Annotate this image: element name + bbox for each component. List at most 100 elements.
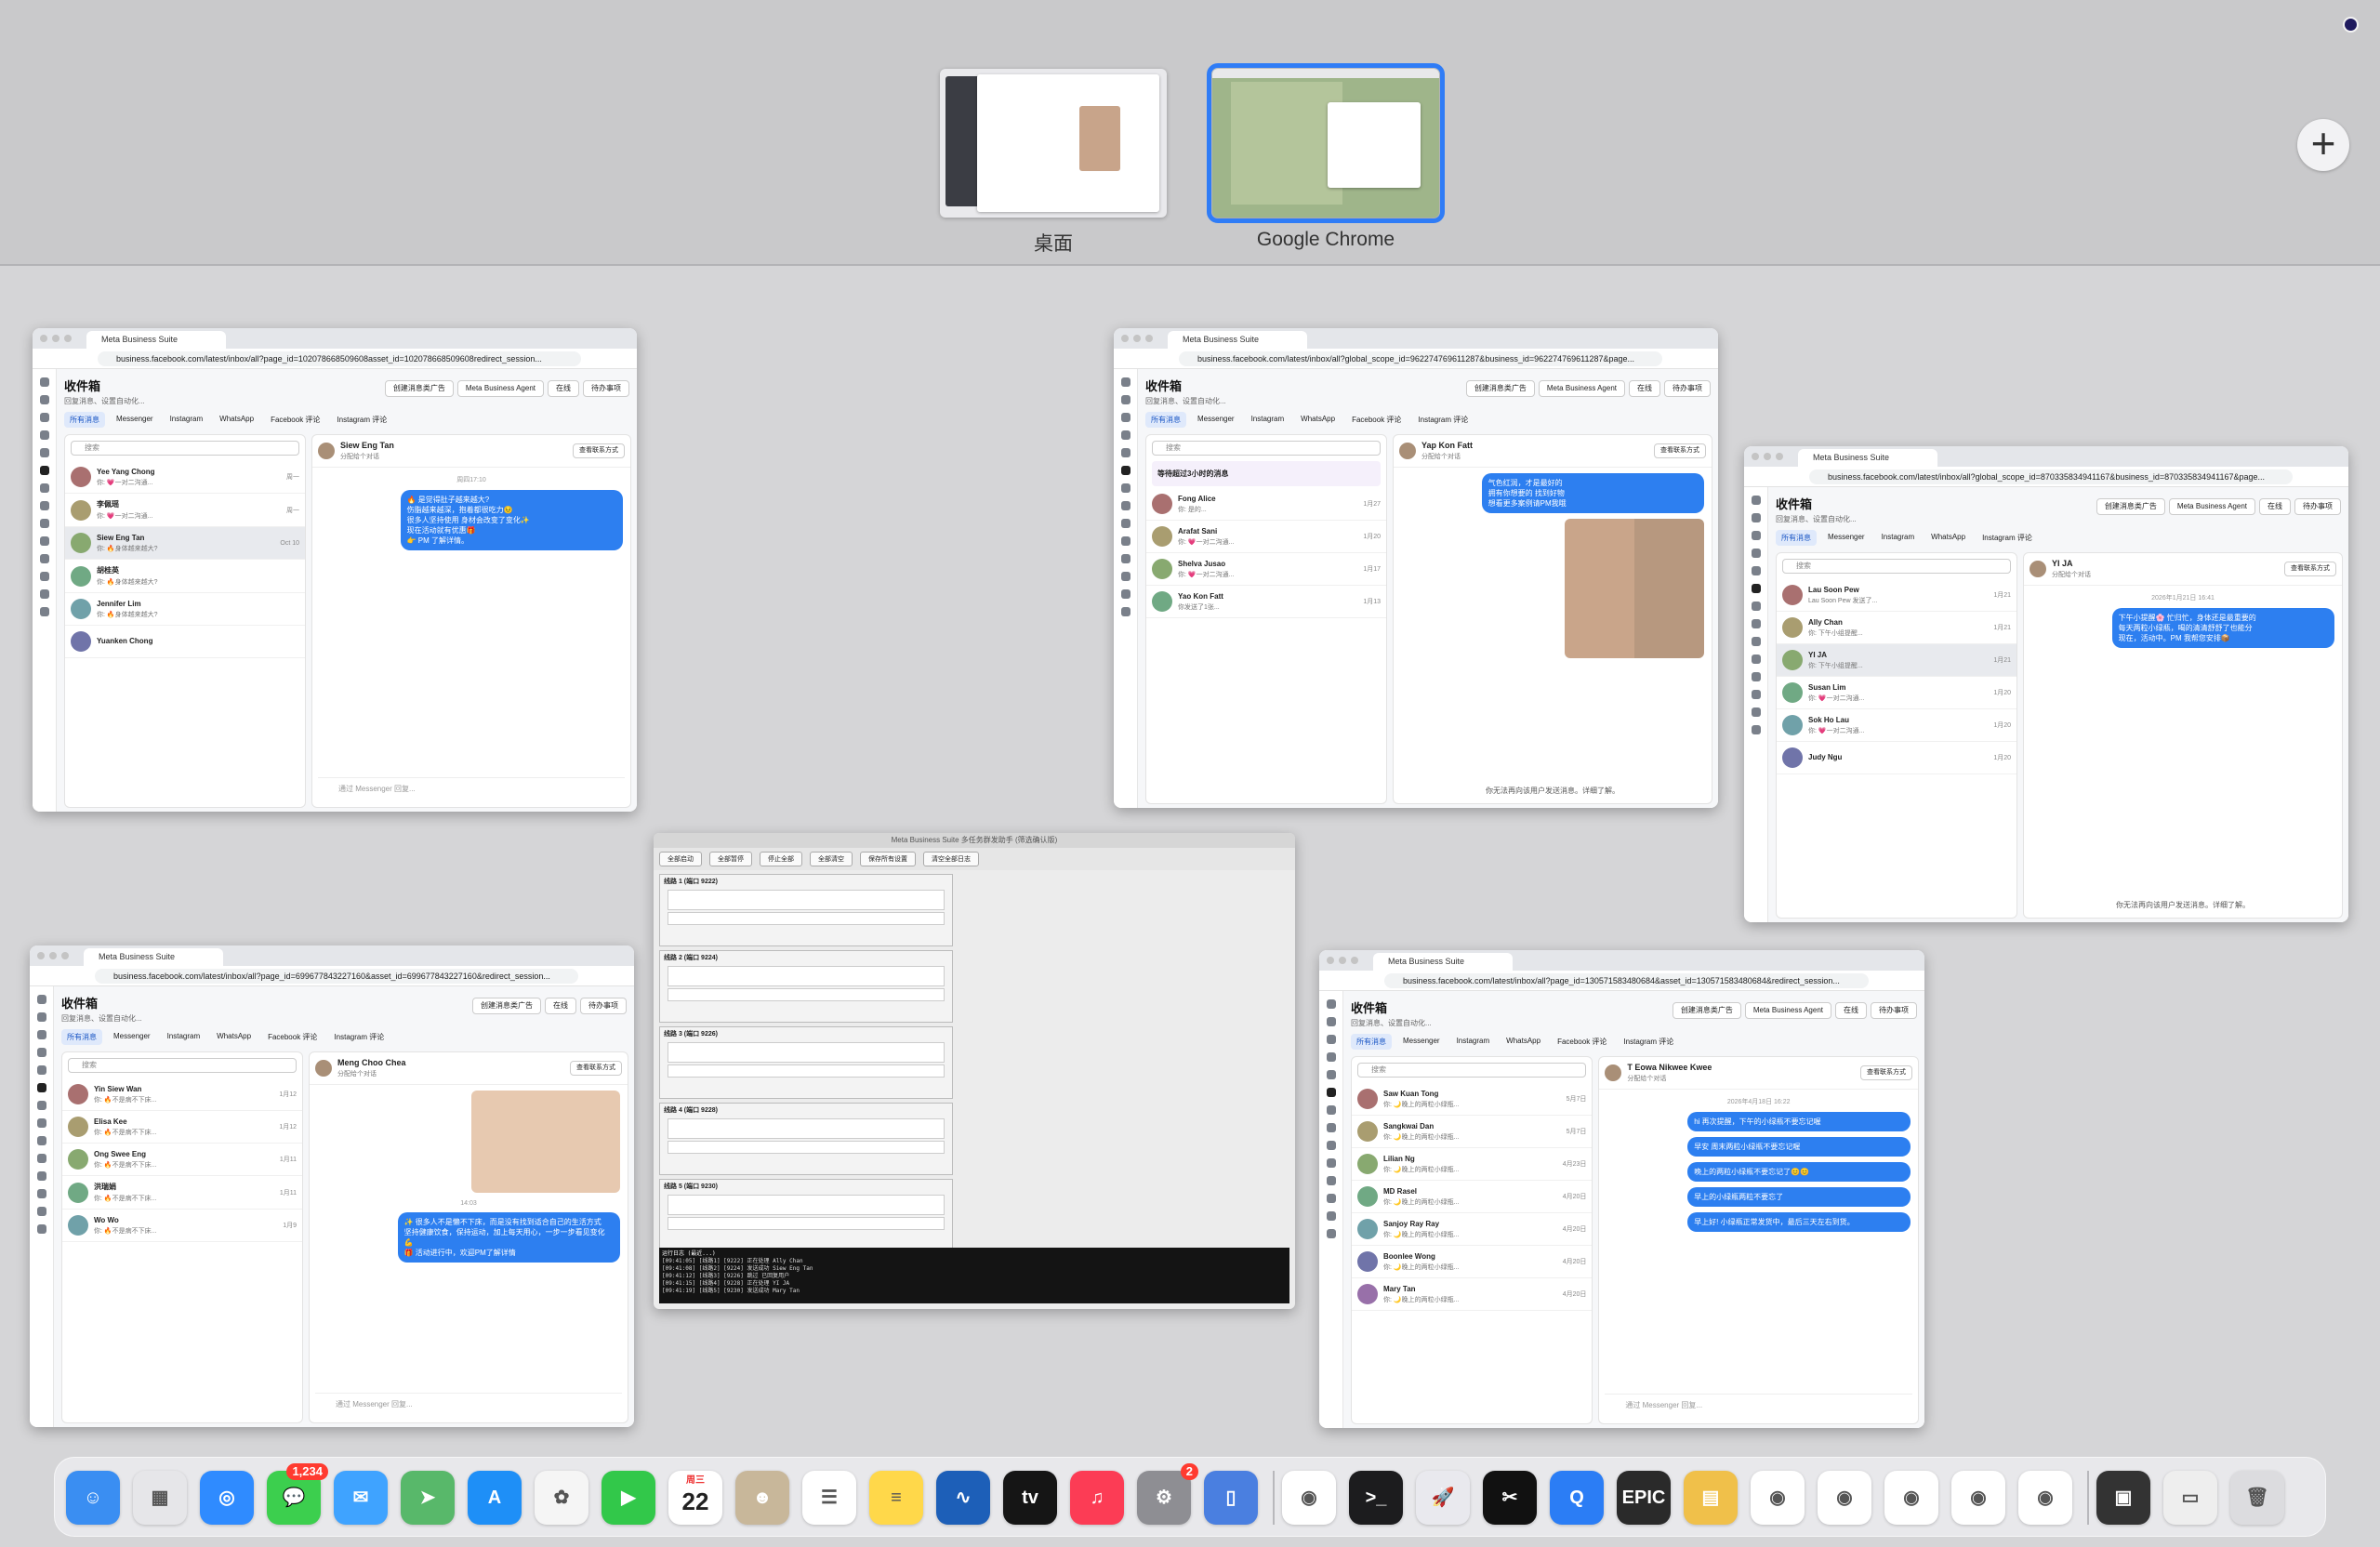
channel-tab[interactable]: Instagram (162, 1029, 206, 1045)
rocket-icon[interactable]: 🚀 (1416, 1471, 1470, 1525)
nav-rail-icon[interactable] (39, 607, 49, 616)
chrome-test-icon-4[interactable]: ◉ (1951, 1471, 2005, 1525)
header-button[interactable]: Meta Business Agent (1744, 1002, 1831, 1019)
conversation-item[interactable]: Yao Kon Fatt 你发送了1张... 1月13 (1146, 586, 1386, 618)
nav-rail-icon[interactable] (39, 554, 49, 563)
nav-rail-icon[interactable] (1120, 413, 1130, 422)
conversation-item[interactable]: Boonlee Wong 你: 🌙晚上的两粒小绿瓶... 4月20日 (1352, 1246, 1593, 1278)
nav-rail-icon[interactable] (1326, 1194, 1336, 1203)
bulk-sender-tool-window[interactable]: Meta Business Suite 多任务群发助手 (筛选确认版) 全部启动… (654, 833, 1295, 1309)
nav-rail-icon[interactable] (1326, 999, 1336, 1009)
music-icon[interactable]: ♫ (1070, 1471, 1124, 1525)
nav-rail-icon[interactable] (36, 1012, 46, 1022)
window-control-2[interactable] (1145, 335, 1153, 342)
notes-icon[interactable]: ≡ (869, 1471, 923, 1525)
nav-rail-icon[interactable] (1751, 584, 1761, 593)
nav-rail-icon[interactable] (39, 466, 49, 475)
freeform-icon[interactable]: ∿ (936, 1471, 990, 1525)
message-composer[interactable]: 通过 Messenger 回复... (1605, 1394, 1912, 1418)
window-control-0[interactable] (40, 335, 47, 342)
space-chrome-thumbnail[interactable] (1207, 63, 1445, 223)
channel-tab[interactable]: Messenger (111, 412, 159, 428)
nav-rail-icon[interactable] (36, 995, 46, 1004)
channel-tab[interactable]: Instagram 评论 (1618, 1034, 1679, 1050)
nav-rail-icon[interactable] (1120, 430, 1130, 440)
nav-rail-icon[interactable] (1120, 536, 1130, 546)
message-composer[interactable]: 通过 Messenger 回复... (318, 777, 625, 801)
search-input[interactable]: 搜索 (1357, 1063, 1587, 1078)
line-group-settings-row[interactable] (668, 1217, 945, 1230)
nav-rail-icon[interactable] (1120, 589, 1130, 599)
conversation-item[interactable]: Yin Siew Wan 你: 🔥不是病不下床... 1月12 (62, 1078, 302, 1111)
channel-tab[interactable]: Messenger (1192, 412, 1240, 428)
quickq-icon[interactable]: Q (1550, 1471, 1604, 1525)
nav-rail-icon[interactable] (1326, 1176, 1336, 1185)
nav-rail-icon[interactable] (1751, 672, 1761, 681)
header-button[interactable]: 在线 (1835, 1002, 1867, 1019)
terminal-icon[interactable]: >_ (1349, 1471, 1403, 1525)
nav-rail-icon[interactable] (36, 1083, 46, 1092)
browser-window-1[interactable]: Meta Business Suite business.facebook.com… (33, 328, 637, 812)
nav-rail-icon[interactable] (36, 1136, 46, 1145)
chrome-test-icon-3[interactable]: ◉ (1884, 1471, 1938, 1525)
nav-rail-icon[interactable] (1751, 566, 1761, 575)
window-control-0[interactable] (37, 952, 45, 959)
window-control-1[interactable] (1133, 335, 1141, 342)
browser-window-3[interactable]: Meta Business Suite business.facebook.com… (1744, 446, 2348, 922)
start-all-button[interactable]: 全部启动 (659, 852, 702, 866)
nav-rail-icon[interactable] (1120, 501, 1130, 510)
nav-rail-icon[interactable] (1751, 707, 1761, 717)
stack-folder-icon[interactable]: ▣ (2096, 1471, 2150, 1525)
channel-tab[interactable]: Instagram 评论 (328, 1029, 390, 1045)
nav-rail-icon[interactable] (36, 1101, 46, 1110)
nav-rail-icon[interactable] (1326, 1141, 1336, 1150)
channel-tab[interactable]: Facebook 评论 (1552, 1034, 1612, 1050)
nav-rail-icon[interactable] (39, 483, 49, 493)
window-control-0[interactable] (1121, 335, 1129, 342)
browser-window-2[interactable]: Meta Business Suite business.facebook.com… (1114, 328, 1718, 808)
channel-tab[interactable]: 所有消息 (64, 412, 105, 428)
search-input[interactable]: 搜索 (68, 1058, 297, 1073)
url-field[interactable]: business.facebook.com/latest/inbox/all?g… (1809, 469, 2293, 484)
chrome-test-icon-5[interactable]: ◉ (2018, 1471, 2072, 1525)
conversation-item[interactable]: MD Rasel 你: 🌙晚上的两粒小绿瓶... 4月20日 (1352, 1181, 1593, 1213)
view-contact-button[interactable]: 查看联系方式 (570, 1061, 622, 1076)
line-group-settings-row[interactable] (668, 912, 945, 925)
system-settings-icon[interactable]: ⚙ 2 (1137, 1463, 1198, 1525)
window-control-1[interactable] (52, 335, 60, 342)
nav-rail-icon[interactable] (39, 430, 49, 440)
photos-icon[interactable]: ✿ (535, 1471, 588, 1525)
header-button[interactable]: 创建消息类广告 (2096, 498, 2165, 515)
channel-tab[interactable]: WhatsApp (214, 412, 259, 428)
channel-tab[interactable]: WhatsApp (1295, 412, 1341, 428)
nav-rail-icon[interactable] (36, 1224, 46, 1234)
chrome-test-icon-2[interactable]: ◉ (1818, 1471, 1871, 1525)
nav-rail-icon[interactable] (1751, 725, 1761, 734)
conversation-item[interactable]: Arafat Sani 你: 💗一对二沟通... 1月20 (1146, 521, 1386, 553)
window-control-2[interactable] (1776, 453, 1783, 460)
channel-tab[interactable]: Instagram 评论 (1977, 530, 2038, 546)
apple-tv-icon[interactable]: tv (1003, 1471, 1057, 1525)
chrome-icon[interactable]: ◉ (1282, 1471, 1336, 1525)
channel-tab[interactable]: Instagram 评论 (1412, 412, 1474, 428)
conversation-item[interactable]: Lilian Ng 你: 🌙晚上的两粒小绿瓶... 4月23日 (1352, 1148, 1593, 1181)
header-button[interactable]: 在线 (545, 998, 576, 1014)
space-desktop-thumbnail[interactable] (940, 69, 1167, 218)
nav-rail-icon[interactable] (36, 1030, 46, 1039)
reminders-icon[interactable]: ☰ (802, 1471, 856, 1525)
channel-tab[interactable]: Instagram (165, 412, 209, 428)
line-group-message-box[interactable] (668, 1195, 945, 1215)
product-image[interactable] (471, 1091, 620, 1193)
window-control-0[interactable] (1327, 957, 1334, 964)
window-control-1[interactable] (1764, 453, 1771, 460)
nav-rail-icon[interactable] (1751, 637, 1761, 646)
conversation-item[interactable]: Mary Tan 你: 🌙晚上的两粒小绿瓶... 4月20日 (1352, 1278, 1593, 1311)
waiting-banner[interactable]: 等待超过3小时的消息 (1152, 461, 1381, 486)
nav-rail-icon[interactable] (39, 536, 49, 546)
view-contact-button[interactable]: 查看联系方式 (1860, 1065, 1912, 1080)
url-field[interactable]: business.facebook.com/latest/inbox/all?p… (1384, 973, 1869, 988)
archive-icon[interactable]: ▤ (1684, 1471, 1738, 1525)
line-group-message-box[interactable] (668, 966, 945, 986)
search-input[interactable]: 搜索 (1152, 441, 1381, 456)
channel-tab[interactable]: Instagram (1876, 530, 1921, 546)
